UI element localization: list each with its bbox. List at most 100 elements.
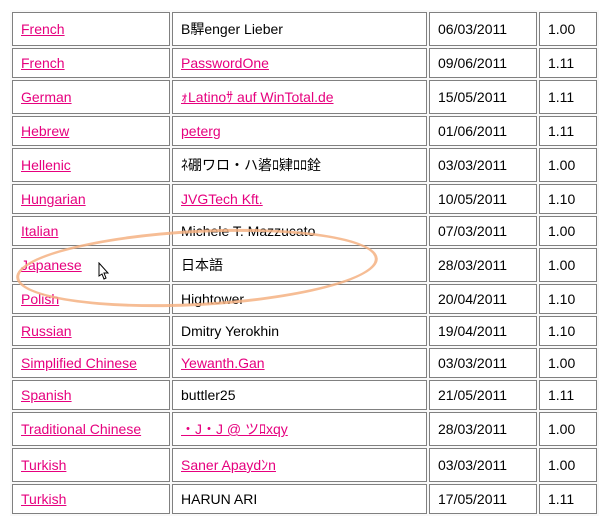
version-cell: 1.10 xyxy=(539,184,597,214)
translator-cell: peterg xyxy=(172,116,427,146)
language-cell: Turkish xyxy=(12,448,170,482)
translator-cell: Michele T. Mazzucato xyxy=(172,216,427,246)
table-row: Hungarian JVGTech Kft. 10/05/20111.10 xyxy=(12,184,597,214)
translator-cell: Saner Apaydﾝn xyxy=(172,448,427,482)
language-link[interactable]: Simplified Chinese xyxy=(21,355,137,371)
table-row: Traditional Chinese ・J・J @ ツﾛxqy 28/03/201… xyxy=(12,412,597,446)
version-cell: 1.00 xyxy=(539,448,597,482)
version-cell: 1.00 xyxy=(539,148,597,182)
translator-cell: 日本語 xyxy=(172,248,427,282)
table-row: Simplified Chinese Yewanth.Gan 03/03/20111… xyxy=(12,348,597,378)
translator-link[interactable]: ｫLatinoｻ auf WinTotal.de xyxy=(181,89,334,105)
language-link[interactable]: Turkish xyxy=(21,457,66,473)
version-cell: 1.10 xyxy=(539,316,597,346)
language-link[interactable]: French xyxy=(21,55,65,71)
table-row: PolishHightower20/04/20111.10 xyxy=(12,284,597,314)
version-cell: 1.11 xyxy=(539,80,597,114)
translator-link: HARUN ARI xyxy=(181,491,257,507)
translator-cell: PasswordOne xyxy=(172,48,427,78)
table-row: French B駻enger Lieber 06/03/20111.00 xyxy=(12,12,597,46)
translator-link: B駻enger Lieber xyxy=(181,21,283,37)
translator-cell: HARUN ARI xyxy=(172,484,427,514)
table-row: Italian Michele T. Mazzucato 07/03/20111.0… xyxy=(12,216,597,246)
language-cell: Italian xyxy=(12,216,170,246)
language-cell: Japanese xyxy=(12,248,170,282)
language-link[interactable]: Polish xyxy=(21,291,59,307)
version-cell: 1.00 xyxy=(539,216,597,246)
language-cell: Turkish xyxy=(12,484,170,514)
translator-link[interactable]: PasswordOne xyxy=(181,55,269,71)
language-link[interactable]: Russian xyxy=(21,323,72,339)
version-cell: 1.11 xyxy=(539,484,597,514)
date-cell: 10/05/2011 xyxy=(429,184,537,214)
date-cell: 01/06/2011 xyxy=(429,116,537,146)
version-cell: 1.11 xyxy=(539,116,597,146)
language-cell: Simplified Chinese xyxy=(12,348,170,378)
date-cell: 21/05/2011 xyxy=(429,380,537,410)
language-cell: Hellenic xyxy=(12,148,170,182)
translator-cell: JVGTech Kft. xyxy=(172,184,427,214)
translator-link[interactable]: ・J・J @ ツﾛxqy xyxy=(181,421,288,437)
table-row: TurkishHARUN ARI17/05/20111.11 xyxy=(12,484,597,514)
version-cell: 1.00 xyxy=(539,248,597,282)
language-cell: French xyxy=(12,12,170,46)
date-cell: 03/03/2011 xyxy=(429,148,537,182)
language-link[interactable]: Turkish xyxy=(21,491,66,507)
translator-link: Hightower xyxy=(181,291,244,307)
table-row: Japanese 日本語 28/03/20111.00 xyxy=(12,248,597,282)
translator-cell: ｫLatinoｻ auf WinTotal.de xyxy=(172,80,427,114)
date-cell: 28/03/2011 xyxy=(429,412,537,446)
language-link[interactable]: Italian xyxy=(21,223,58,239)
translator-link: Michele T. Mazzucato xyxy=(181,223,315,239)
version-cell: 1.11 xyxy=(539,380,597,410)
table-row: German ｫLatinoｻ auf WinTotal.de 15/05/2011… xyxy=(12,80,597,114)
date-cell: 15/05/2011 xyxy=(429,80,537,114)
language-link[interactable]: Spanish xyxy=(21,387,72,403)
language-cell: German xyxy=(12,80,170,114)
language-cell: Hebrew xyxy=(12,116,170,146)
language-link[interactable]: Hebrew xyxy=(21,123,69,139)
version-cell: 1.10 xyxy=(539,284,597,314)
table-row: Spanish buttler25 21/05/20111.11 xyxy=(12,380,597,410)
table-row: Hebrew peterg 01/06/20111.11 xyxy=(12,116,597,146)
version-cell: 1.00 xyxy=(539,12,597,46)
translator-link: ﾈ硼ワロ・ハ碆ﾛ肄ﾛﾛ銓 xyxy=(181,157,321,173)
date-cell: 06/03/2011 xyxy=(429,12,537,46)
language-cell: Polish xyxy=(12,284,170,314)
language-link[interactable]: Traditional Chinese xyxy=(21,421,141,437)
translator-cell: Hightower xyxy=(172,284,427,314)
translator-cell: ﾈ硼ワロ・ハ碆ﾛ肄ﾛﾛ銓 xyxy=(172,148,427,182)
date-cell: 28/03/2011 xyxy=(429,248,537,282)
translator-link[interactable]: Saner Apaydﾝn xyxy=(181,457,276,473)
language-link[interactable]: Hellenic xyxy=(21,157,71,173)
translator-link: Dmitry Yerokhin xyxy=(181,323,279,339)
language-link[interactable]: Hungarian xyxy=(21,191,86,207)
date-cell: 03/03/2011 xyxy=(429,348,537,378)
date-cell: 09/06/2011 xyxy=(429,48,537,78)
translator-cell: Dmitry Yerokhin xyxy=(172,316,427,346)
translator-link: 日本語 xyxy=(181,257,223,273)
table-row: Hellenic ﾈ硼ワロ・ハ碆ﾛ肄ﾛﾛ銓 03/03/20111.00 xyxy=(12,148,597,182)
translations-table: FrenchB駻enger Lieber06/03/20111.00French… xyxy=(10,10,599,516)
version-cell: 1.00 xyxy=(539,348,597,378)
date-cell: 19/04/2011 xyxy=(429,316,537,346)
language-cell: Hungarian xyxy=(12,184,170,214)
language-link[interactable]: French xyxy=(21,21,65,37)
date-cell: 03/03/2011 xyxy=(429,448,537,482)
table-row: Turkish Saner Apaydﾝn 03/03/20111.00 xyxy=(12,448,597,482)
table-row: French PasswordOne 09/06/20111.11 xyxy=(12,48,597,78)
translator-cell: ・J・J @ ツﾛxqy xyxy=(172,412,427,446)
language-cell: Traditional Chinese xyxy=(12,412,170,446)
date-cell: 07/03/2011 xyxy=(429,216,537,246)
language-link[interactable]: German xyxy=(21,89,72,105)
translator-cell: buttler25 xyxy=(172,380,427,410)
version-cell: 1.11 xyxy=(539,48,597,78)
language-cell: French xyxy=(12,48,170,78)
translator-link[interactable]: Yewanth.Gan xyxy=(181,355,265,371)
translator-link[interactable]: peterg xyxy=(181,123,221,139)
translator-cell: Yewanth.Gan xyxy=(172,348,427,378)
translator-link[interactable]: JVGTech Kft. xyxy=(181,191,263,207)
table-row: Russian Dmitry Yerokhin 19/04/20111.10 xyxy=(12,316,597,346)
translator-link: buttler25 xyxy=(181,387,235,403)
language-link[interactable]: Japanese xyxy=(21,257,82,273)
